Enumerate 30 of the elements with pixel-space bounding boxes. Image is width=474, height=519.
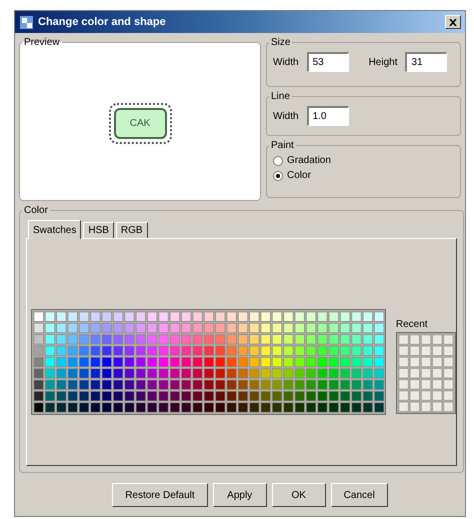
radio-option[interactable]: Color	[273, 168, 454, 183]
color-swatch-palette[interactable]	[31, 309, 386, 415]
group-label: Preview	[23, 36, 61, 50]
app-icon	[19, 14, 34, 30]
dialog-button[interactable]: Restore Default	[112, 483, 208, 507]
dialog-button[interactable]: Apply	[212, 483, 267, 507]
tab[interactable]: Swatches	[28, 220, 82, 239]
radio-option[interactable]: Gradation	[273, 153, 454, 168]
dialog-button[interactable]: OK	[272, 483, 326, 507]
group-label: Line	[270, 90, 291, 104]
text-field[interactable]: 31	[405, 52, 448, 72]
group-label: Size	[270, 36, 292, 50]
dialog-button[interactable]: Cancel	[330, 483, 388, 507]
close-button[interactable]	[445, 15, 461, 29]
group-label: Color	[23, 204, 49, 218]
radio-button[interactable]	[273, 156, 283, 166]
radio-button[interactable]	[273, 170, 283, 180]
text-field[interactable]: 1.0	[306, 106, 349, 126]
close-icon	[449, 18, 457, 26]
text-field[interactable]: 53	[306, 52, 349, 72]
shape-node[interactable]: CAK	[114, 108, 166, 138]
field-label: Width	[273, 110, 299, 124]
group-label: Paint	[270, 139, 295, 153]
field-label: Height	[368, 56, 398, 70]
window-title: Change color and shape	[38, 14, 167, 30]
field-label: Width	[273, 56, 299, 70]
tab[interactable]: HSB	[83, 222, 114, 238]
recent-colors-grid[interactable]	[396, 332, 456, 414]
recent-label: Recent	[396, 318, 429, 332]
tab[interactable]: RGB	[116, 222, 148, 238]
